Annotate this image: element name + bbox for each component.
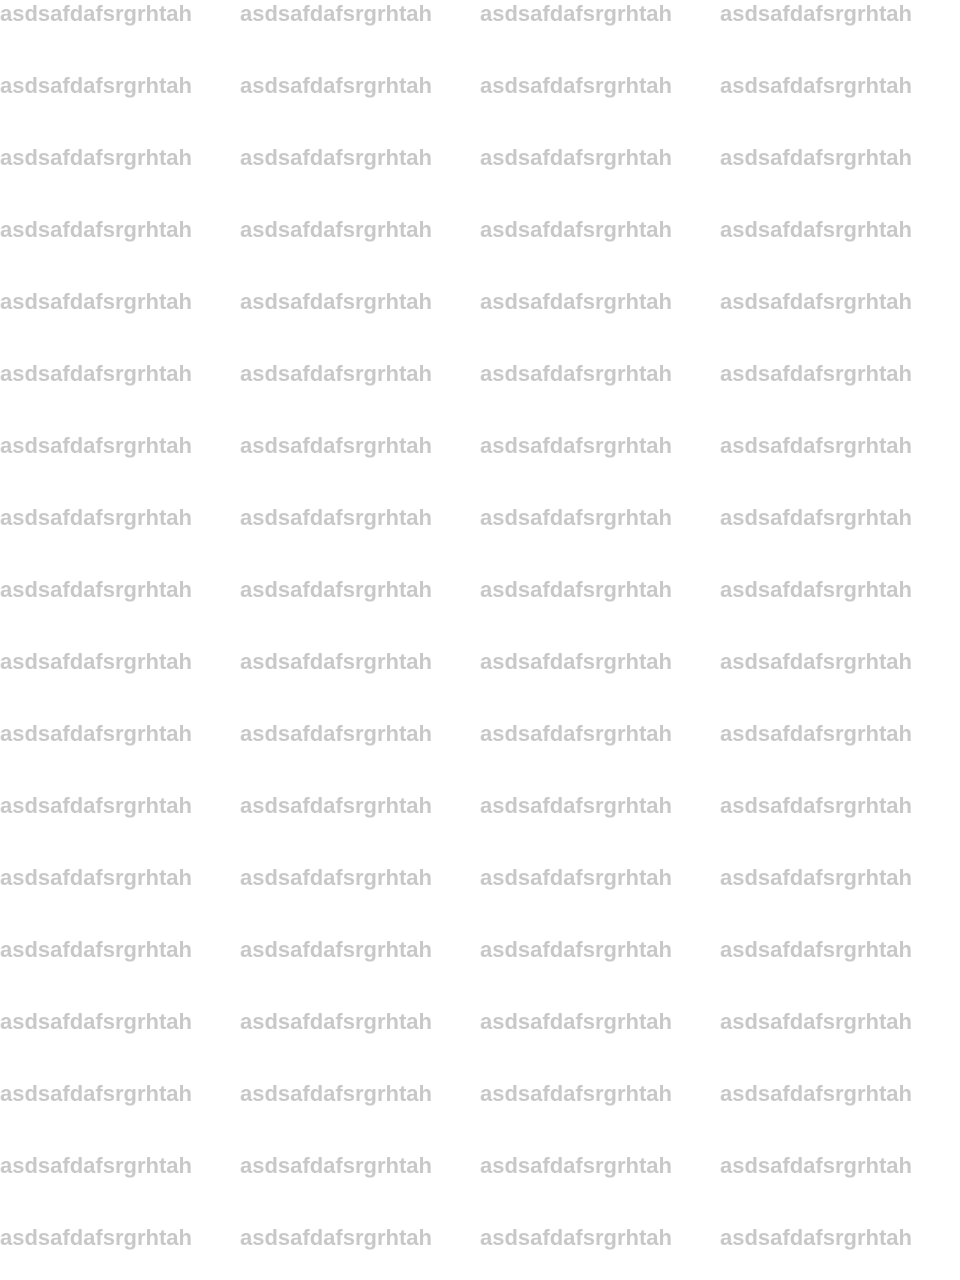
watermark-text: asdsafdafsrgrhtah [0,433,192,458]
watermark-text: asdsafdafsrgrhtah [480,721,672,746]
watermark-text: asdsafdafsrgrhtah [0,217,192,242]
watermark-text: asdsafdafsrgrhtah [0,1153,192,1178]
watermark-text: asdsafdafsrgrhtah [720,721,912,746]
watermark-text: asdsafdafsrgrhtah [720,1009,912,1034]
watermark-text: asdsafdafsrgrhtah [480,289,672,314]
watermark-text: asdsafdafsrgrhtah [720,1153,912,1178]
watermark-text: asdsafdafsrgrhtah [240,1081,432,1106]
watermark-text: asdsafdafsrgrhtah [0,1225,192,1250]
watermark-text: asdsafdafsrgrhtah [480,1,672,26]
watermark-text: asdsafdafsrgrhtah [480,361,672,386]
watermark-text: asdsafdafsrgrhtah [0,577,192,602]
watermark-text: asdsafdafsrgrhtah [240,649,432,674]
watermark-text: asdsafdafsrgrhtah [480,73,672,98]
watermark-text: asdsafdafsrgrhtah [720,649,912,674]
watermark-grid: asdsafdafsrgrhtah asdsafdafsrgrhtah asdsaf… [0,0,960,1280]
watermark-text: asdsafdafsrgrhtah [240,361,432,386]
watermark-text: asdsafdafsrgrhtah [720,289,912,314]
watermark-text: asdsafdafsrgrhtah [480,1225,672,1250]
watermark-text: asdsafdafsrgrhtah [240,73,432,98]
watermark-text: asdsafdafsrgrhtah [240,721,432,746]
watermark-text: asdsafdafsrgrhtah [480,505,672,530]
watermark-text: asdsafdafsrgrhtah [240,505,432,530]
watermark-text: asdsafdafsrgrhtah [240,289,432,314]
watermark-text: asdsafdafsrgrhtah [0,649,192,674]
watermark-text: asdsafdafsrgrhtah [720,1,912,26]
watermark-text: asdsafdafsrgrhtah [0,721,192,746]
watermark-text: asdsafdafsrgrhtah [0,865,192,890]
watermark-text: asdsafdafsrgrhtah [480,577,672,602]
watermark-text: asdsafdafsrgrhtah [480,1009,672,1034]
watermark-text: asdsafdafsrgrhtah [0,793,192,818]
watermark-text: asdsafdafsrgrhtah [720,793,912,818]
watermark-text: asdsafdafsrgrhtah [720,433,912,458]
watermark-text: asdsafdafsrgrhtah [720,937,912,962]
watermark-text: asdsafdafsrgrhtah [480,793,672,818]
watermark-text: asdsafdafsrgrhtah [720,1081,912,1106]
watermark-text: asdsafdafsrgrhtah [0,937,192,962]
watermark-text: asdsafdafsrgrhtah [240,937,432,962]
watermark-text: asdsafdafsrgrhtah [0,73,192,98]
watermark-text: asdsafdafsrgrhtah [720,865,912,890]
watermark-text: asdsafdafsrgrhtah [0,505,192,530]
watermark-text: asdsafdafsrgrhtah [480,1153,672,1178]
watermark-text: asdsafdafsrgrhtah [240,1,432,26]
watermark-text: asdsafdafsrgrhtah [720,73,912,98]
watermark-text: asdsafdafsrgrhtah [720,145,912,170]
watermark-text: asdsafdafsrgrhtah [0,145,192,170]
watermark-text: asdsafdafsrgrhtah [0,1081,192,1106]
watermark-text: asdsafdafsrgrhtah [240,577,432,602]
watermark-text: asdsafdafsrgrhtah [240,793,432,818]
watermark-text: asdsafdafsrgrhtah [480,433,672,458]
watermark-text: asdsafdafsrgrhtah [240,865,432,890]
watermark-text: asdsafdafsrgrhtah [0,361,192,386]
watermark-text: asdsafdafsrgrhtah [0,289,192,314]
watermark-text: asdsafdafsrgrhtah [240,1009,432,1034]
watermark-text: asdsafdafsrgrhtah [480,145,672,170]
watermark-text: asdsafdafsrgrhtah [720,217,912,242]
watermark-text: asdsafdafsrgrhtah [480,1081,672,1106]
watermark-text: asdsafdafsrgrhtah [480,937,672,962]
watermark-text: asdsafdafsrgrhtah [240,433,432,458]
watermark-text: asdsafdafsrgrhtah [480,865,672,890]
watermark-text: asdsafdafsrgrhtah [240,1225,432,1250]
watermark-text: asdsafdafsrgrhtah [240,217,432,242]
watermark-text: asdsafdafsrgrhtah [720,361,912,386]
watermark-text: asdsafdafsrgrhtah [240,1153,432,1178]
watermark-text: asdsafdafsrgrhtah [0,1,192,26]
watermark-text: asdsafdafsrgrhtah [720,577,912,602]
watermark-text: asdsafdafsrgrhtah [240,145,432,170]
watermark-text: asdsafdafsrgrhtah [480,649,672,674]
watermark-text: asdsafdafsrgrhtah [720,1225,912,1250]
watermark-text: asdsafdafsrgrhtah [0,1009,192,1034]
watermark-text: asdsafdafsrgrhtah [480,217,672,242]
watermark-text: asdsafdafsrgrhtah [720,505,912,530]
